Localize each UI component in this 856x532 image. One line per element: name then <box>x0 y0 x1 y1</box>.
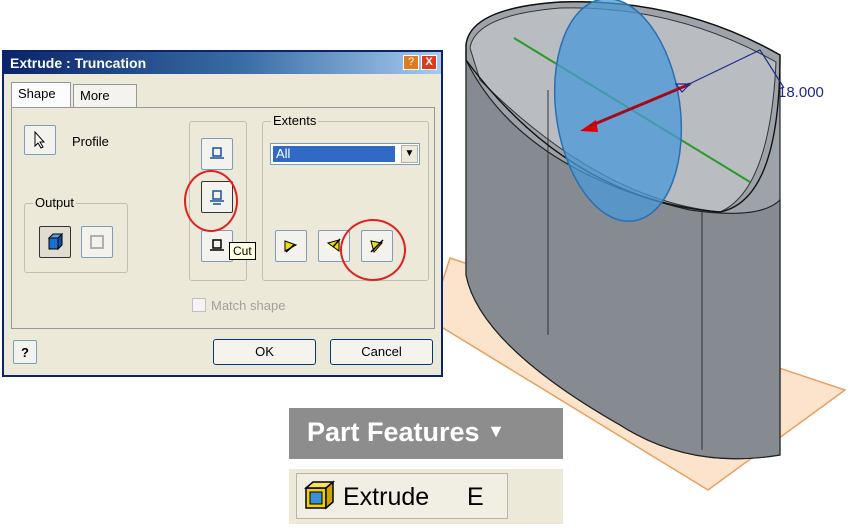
direction-1-button[interactable] <box>275 230 307 262</box>
cut-highlight-circle <box>184 170 238 232</box>
dimension-value[interactable]: 18.000 <box>778 84 824 101</box>
cursor-arrow-icon <box>34 131 46 149</box>
intersect-icon <box>210 239 224 251</box>
cut-tooltip: Cut <box>229 242 256 260</box>
output-group: Output <box>24 195 128 273</box>
match-shape-checkbox[interactable]: Match shape <box>192 298 285 313</box>
direction-forward-icon <box>284 240 298 253</box>
extents-selected-value: All <box>273 146 395 162</box>
dialog-title: Extrude : Truncation <box>10 55 147 71</box>
extrude-label: Extrude <box>343 483 430 511</box>
solid-cube-icon <box>47 233 64 251</box>
surface-icon <box>90 235 104 249</box>
tab-shape[interactable]: Shape <box>11 82 71 107</box>
tab-more[interactable]: More <box>73 84 137 107</box>
close-button[interactable]: X <box>421 55 437 70</box>
part-features-header[interactable]: Part Features ▼ <box>289 408 563 459</box>
chevron-down-icon[interactable]: ▼ <box>487 421 505 441</box>
chevron-down-icon[interactable]: ▼ <box>401 145 418 163</box>
checkbox-icon[interactable] <box>192 298 206 312</box>
extents-label: Extents <box>271 113 319 128</box>
part-features-title: Part Features ▼ <box>307 417 505 447</box>
help-icon: ? <box>21 344 29 360</box>
join-icon <box>210 147 224 159</box>
output-label: Output <box>33 195 77 210</box>
extrude-shortcut: E <box>467 483 484 511</box>
output-solid-button[interactable] <box>39 226 71 258</box>
join-button[interactable] <box>201 138 233 170</box>
dialog-titlebar[interactable]: Extrude : Truncation ? X <box>4 52 441 74</box>
ok-button[interactable]: OK <box>213 339 316 365</box>
profile-select-button[interactable] <box>24 125 56 155</box>
profile-label: Profile <box>72 134 109 149</box>
extrude-icon <box>303 480 335 510</box>
help-button[interactable]: ? <box>13 340 37 364</box>
cancel-button[interactable]: Cancel <box>330 339 433 365</box>
help-title-button[interactable]: ? <box>403 55 419 70</box>
extents-dropdown[interactable]: All ▼ <box>270 143 420 165</box>
extrude-button[interactable]: Extrude E <box>296 473 508 519</box>
extrude-item[interactable]: Extrude E <box>289 469 563 524</box>
symmetric-highlight-circle <box>340 219 406 281</box>
match-shape-label: Match shape <box>211 298 286 313</box>
output-surface-button[interactable] <box>81 226 113 258</box>
